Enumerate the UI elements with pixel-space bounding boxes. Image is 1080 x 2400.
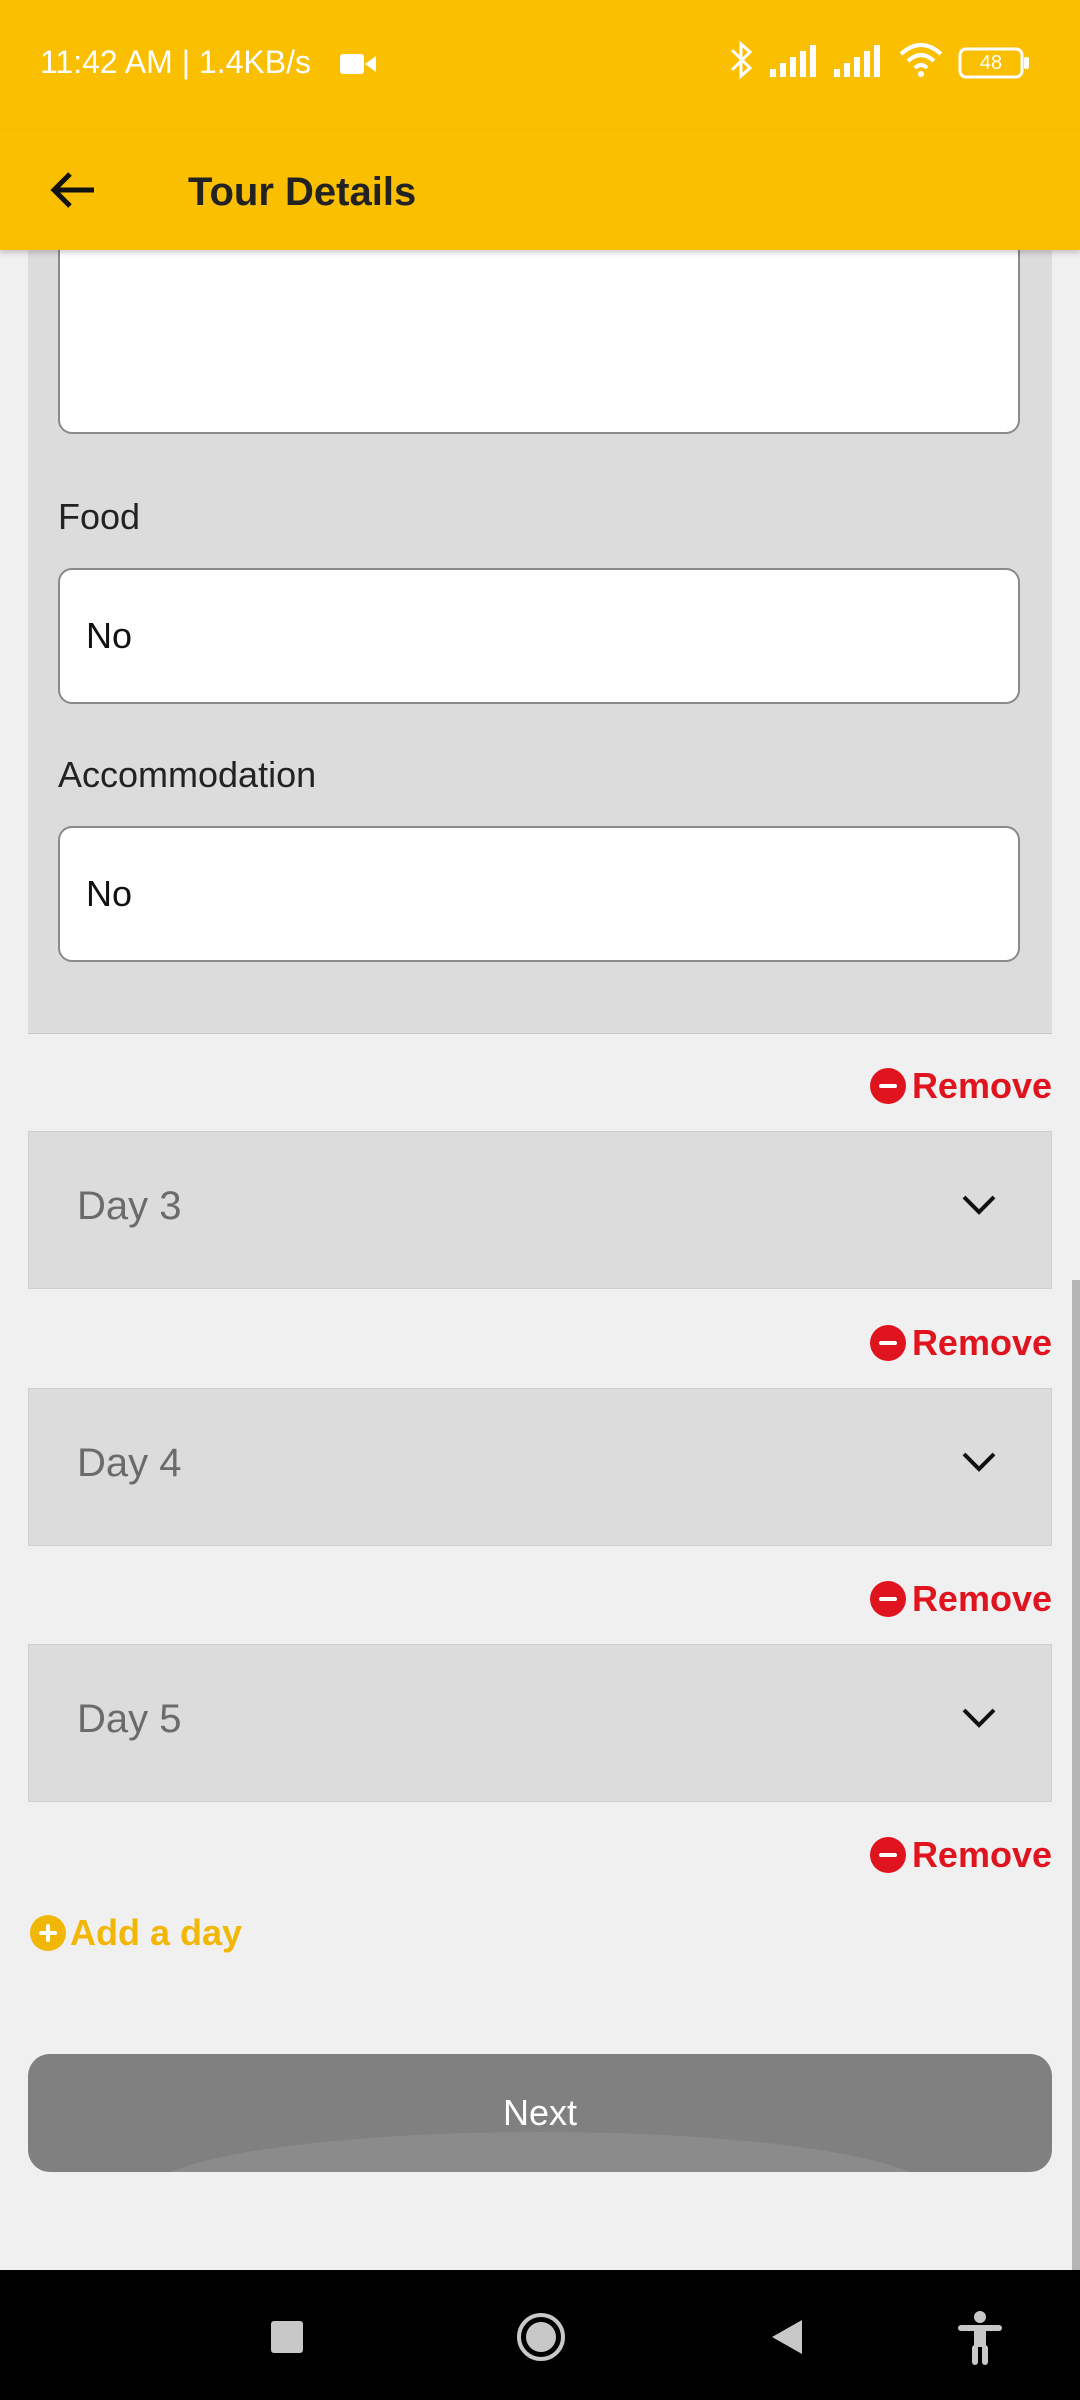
food-field[interactable]: No <box>58 568 1020 704</box>
accommodation-field[interactable]: No <box>58 826 1020 962</box>
status-icons: 48 <box>728 40 1030 85</box>
expanded-day-panel: Food No Accommodation No <box>28 250 1052 1034</box>
food-label: Food <box>58 496 141 537</box>
wifi-icon <box>898 42 944 83</box>
accessibility-icon[interactable] <box>956 2310 1004 2371</box>
bluetooth-icon <box>728 40 756 85</box>
remove-button[interactable]: Remove <box>869 1834 1052 1876</box>
remove-label: Remove <box>911 1578 1052 1619</box>
back-button[interactable] <box>40 160 104 224</box>
remove-button[interactable]: Remove <box>869 1065 1052 1107</box>
page-title: Tour Details <box>188 170 417 214</box>
back-triangle-icon[interactable] <box>770 2318 804 2361</box>
recents-square-icon[interactable] <box>270 2320 304 2359</box>
arrow-left-icon <box>48 170 96 215</box>
day-accordion[interactable]: Day 5 <box>28 1644 1052 1802</box>
chevron-down-icon <box>961 1707 997 1734</box>
battery-level: 48 <box>979 51 1003 74</box>
day-label: Day 5 <box>77 1697 182 1741</box>
minus-circle-icon <box>869 1325 906 1361</box>
signal-icon <box>770 43 820 82</box>
remove-button[interactable]: Remove <box>869 1322 1052 1364</box>
status-time: 11:42 AM | 1.4KB/s <box>40 44 311 80</box>
remove-button[interactable]: Remove <box>869 1578 1052 1620</box>
minus-circle-icon <box>869 1068 906 1104</box>
description-textarea[interactable] <box>58 250 1020 434</box>
video-icon <box>340 52 376 81</box>
add-day-label: Add a day <box>70 1912 243 1953</box>
tour-details-form: Food No Accommodation No Remove Day 3 Re… <box>0 250 1080 2270</box>
scrollbar[interactable] <box>1072 1280 1080 2270</box>
day-label: Day 3 <box>77 1184 182 1228</box>
home-circle-icon[interactable] <box>516 2312 566 2367</box>
remove-label: Remove <box>911 1065 1052 1106</box>
plus-circle-icon <box>30 1915 66 1951</box>
accommodation-label: Accommodation <box>58 754 317 795</box>
battery-icon: 48 <box>958 46 1030 80</box>
minus-circle-icon <box>869 1837 906 1873</box>
day-accordion[interactable]: Day 4 <box>28 1388 1052 1546</box>
remove-label: Remove <box>911 1834 1052 1875</box>
remove-label: Remove <box>911 1322 1052 1363</box>
chevron-down-icon <box>961 1194 997 1221</box>
next-label: Next <box>502 2092 578 2133</box>
day-label: Day 4 <box>77 1441 182 1485</box>
system-nav-bar <box>0 2270 1080 2400</box>
chevron-down-icon <box>961 1451 997 1478</box>
app-bar: Tour Details <box>0 130 1080 250</box>
signal-icon <box>834 43 884 82</box>
day-accordion[interactable]: Day 3 <box>28 1131 1052 1289</box>
add-day-button[interactable]: Add a day <box>30 1912 242 1954</box>
status-bar: 11:42 AM | 1.4KB/s 48 <box>0 0 1080 130</box>
next-button[interactable]: Next <box>28 2054 1052 2172</box>
minus-circle-icon <box>869 1581 906 1617</box>
